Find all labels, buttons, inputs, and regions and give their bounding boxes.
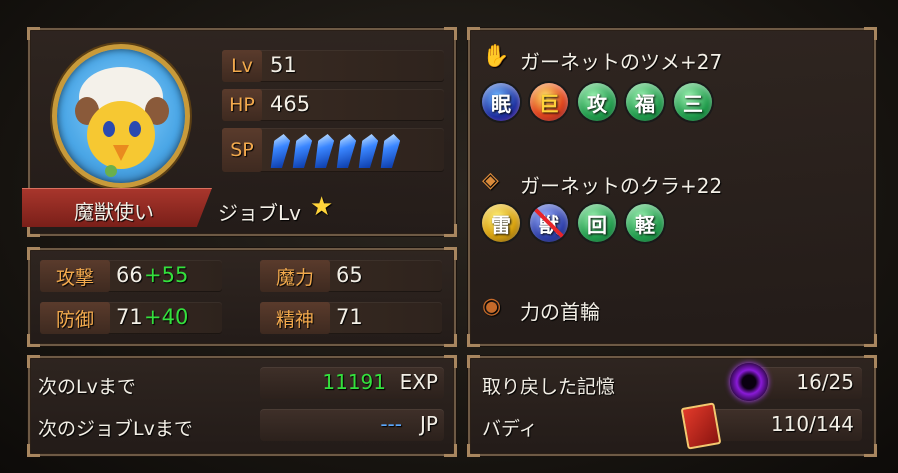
memory-orb-icon	[730, 363, 768, 401]
magic-label: 魔力	[260, 260, 330, 292]
job-level-label: ジョブLv	[218, 201, 301, 225]
hp-value: 465	[270, 92, 311, 116]
sp-row: SP	[222, 128, 444, 172]
next-lv-unit: EXP	[399, 370, 438, 394]
hp-row: HP 465	[222, 89, 444, 121]
orb-giant-icon: 巨	[530, 83, 568, 121]
next-job-value: ---	[380, 412, 402, 436]
lv-label: Lv	[222, 50, 262, 82]
attack-bonus: +55	[144, 263, 189, 287]
lv-value: 51	[270, 53, 297, 77]
spirit-value: 71	[336, 305, 363, 329]
claw-weapon-icon: ✋	[482, 44, 510, 69]
next-job-label: 次のジョブLvまで	[38, 418, 193, 440]
defense-base: 71	[116, 305, 143, 329]
next-lv-label: 次のLvまで	[38, 376, 136, 398]
orb-light-icon: 軽	[626, 204, 664, 242]
orb-attack-icon: 攻	[578, 83, 616, 121]
chocobo-avatar-icon	[75, 67, 169, 177]
defense-row: 防御 71 +40	[40, 302, 222, 334]
sp-crystal-icon	[378, 134, 401, 168]
orb-beast-icon: 獣	[530, 204, 568, 242]
sp-crystal-icon	[290, 134, 313, 168]
weapon-name: ガーネットのツメ+27	[520, 50, 723, 74]
sp-crystal-icon	[268, 134, 291, 168]
memory-label: 取り戻した記憶	[482, 376, 616, 398]
sp-crystals	[268, 128, 438, 172]
next-job-unit: JP	[420, 412, 438, 436]
sp-crystal-icon	[312, 134, 335, 168]
collar-accessory-icon: ◉	[482, 294, 502, 319]
defense-label: 防御	[40, 302, 110, 334]
sp-crystal-icon	[334, 134, 357, 168]
job-name: 魔獣使い	[74, 200, 154, 224]
next-lv-bar: 11191 EXP	[260, 367, 444, 399]
orb-recover-icon: 回	[578, 204, 616, 242]
magic-value: 65	[336, 263, 363, 287]
orb-sleep-icon: 眠	[482, 83, 520, 121]
next-lv-value: 11191	[322, 370, 386, 394]
spirit-row: 精神 71	[260, 302, 442, 334]
buddy-book-icon	[680, 402, 722, 450]
buddy-value: 110/144	[770, 412, 854, 436]
attack-label: 攻撃	[40, 260, 110, 292]
orb-triple-icon: 三	[674, 83, 712, 121]
job-banner[interactable]: 魔獣使い	[22, 188, 212, 227]
attack-row: 攻撃 66 +55	[40, 260, 222, 292]
buddy-label: バディ	[482, 418, 538, 440]
spirit-label: 精神	[260, 302, 330, 334]
armor-name: ガーネットのクラ+22	[520, 174, 723, 198]
attack-base: 66	[116, 263, 143, 287]
magic-row: 魔力 65	[260, 260, 442, 292]
lv-row: Lv 51	[222, 50, 444, 82]
next-job-bar: --- JP	[260, 409, 444, 441]
orb-fortune-icon: 福	[626, 83, 664, 121]
saddle-armor-icon: ◈	[482, 168, 499, 193]
accessory-name: 力の首輪	[520, 300, 600, 324]
hp-label: HP	[222, 89, 262, 121]
sp-label: SP	[222, 128, 262, 172]
accessory-slot[interactable]: ◉ 力の首輪	[480, 290, 860, 330]
buddy-bar[interactable]: 110/144	[708, 409, 862, 441]
job-star-icon: ★	[310, 192, 334, 222]
sp-crystal-icon	[356, 134, 379, 168]
character-portrait[interactable]	[52, 44, 190, 188]
memory-value: 16/25	[796, 370, 854, 394]
defense-bonus: +40	[144, 305, 189, 329]
orb-thunder-icon: 雷	[482, 204, 520, 242]
